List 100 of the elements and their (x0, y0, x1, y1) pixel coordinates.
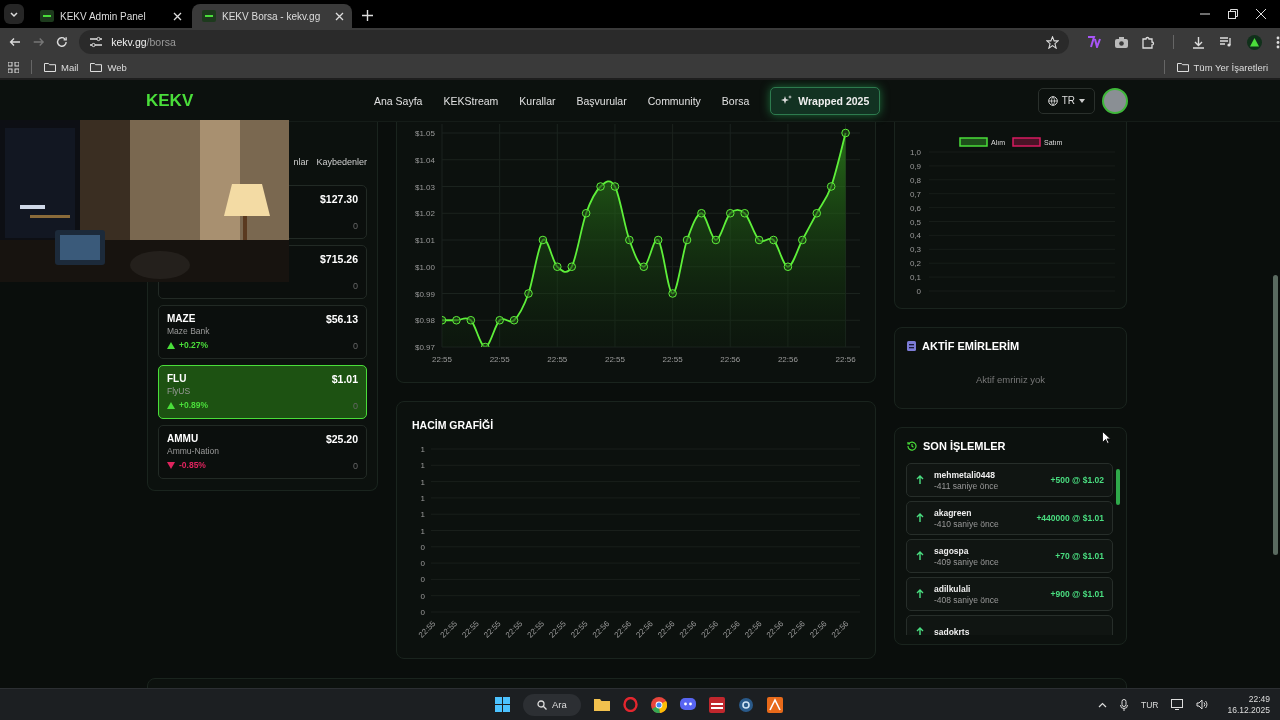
logo-icon[interactable] (1087, 36, 1101, 48)
data-point (769, 235, 778, 245)
y-tick-label: 0,5 (909, 217, 922, 227)
y-tick-label: $0.99 (414, 289, 436, 299)
language-dropdown[interactable]: TR (1037, 87, 1095, 114)
nav-link[interactable]: Başvurular (576, 94, 627, 107)
stock-card[interactable]: MAZE Maze Bank +0.27% $56.13 0 (158, 305, 367, 359)
browser-tab[interactable]: KEKV Admin Panel (30, 4, 190, 28)
data-point (653, 235, 663, 245)
tune-icon[interactable] (89, 36, 104, 48)
data-point (812, 208, 822, 218)
price-change: +0.27% (179, 340, 209, 350)
input-language[interactable]: TUR (1140, 699, 1159, 710)
panel-title: AKTİF EMİRLERİM (922, 340, 1020, 352)
search-icon (537, 699, 547, 710)
data-point (452, 315, 461, 325)
chevron-up-icon[interactable] (1097, 701, 1107, 708)
y-tick-label: $1.02 (414, 209, 436, 219)
data-point (783, 262, 793, 272)
bookmark[interactable]: Tüm Yer İşaretleri (1176, 61, 1268, 73)
start-icon[interactable] (495, 697, 510, 712)
nav-link[interactable]: KEKStream (443, 94, 499, 107)
avatar[interactable] (1102, 87, 1128, 114)
y-tick-label: 0,7 (909, 189, 922, 199)
history-icon (907, 441, 917, 451)
close-icon[interactable] (335, 11, 344, 21)
close-icon[interactable] (173, 11, 182, 21)
filter-tab[interactable]: Kaybedenler (316, 157, 367, 167)
trade-user: akagreen (934, 507, 973, 518)
app-icon[interactable] (766, 696, 783, 713)
y-tick-label: $1.01 (414, 236, 436, 245)
y-tick-label: 1 (420, 510, 426, 520)
y-tick-label: $0.97 (414, 343, 436, 352)
trade-time: -411 saniye önce (934, 480, 1000, 491)
x-tick-label: 22:55 (431, 355, 453, 364)
browser-icon[interactable] (650, 696, 667, 713)
y-tick-label: 0,4 (909, 231, 922, 241)
app-icon[interactable] (737, 696, 754, 713)
speaker-icon[interactable] (1196, 699, 1209, 710)
star-icon[interactable] (1046, 35, 1059, 49)
arrow-icon (915, 588, 925, 600)
stock-name: Ammu-Nation (167, 446, 219, 456)
y-tick-label: 0,6 (909, 203, 922, 213)
app-icon[interactable] (708, 696, 725, 713)
monitor-icon[interactable] (1171, 699, 1184, 710)
stock-name: Maze Bank (167, 326, 210, 336)
forward-icon[interactable] (31, 35, 46, 49)
restore-icon[interactable] (1228, 8, 1238, 19)
triangle-icon (167, 340, 175, 350)
stock-card[interactable]: FLU FlyUS +0.89% $1.01 0 (158, 365, 367, 419)
back-icon[interactable] (8, 35, 22, 49)
holding-count: 0 (353, 401, 358, 411)
arrow-icon (915, 512, 925, 524)
profile-icon[interactable] (1247, 34, 1262, 50)
apps-icon[interactable] (8, 61, 19, 73)
empty-message: Aktif emriniz yok (974, 374, 1047, 385)
data-point (740, 208, 749, 218)
stock-card[interactable]: AMMU Ammu-Nation -0.85% $25.20 0 (158, 425, 367, 479)
browser-tab[interactable]: KEKV Borsa - kekv.gg (192, 4, 352, 28)
nav-link[interactable]: Community (647, 94, 701, 107)
wrapped-button[interactable]: Wrapped 2025 (770, 86, 881, 115)
y-tick-label: 0,3 (909, 245, 922, 255)
y-tick-label: 0,9 (909, 161, 922, 171)
y-tick-label: 0 (916, 287, 922, 296)
site-icon (40, 10, 54, 22)
nav-link[interactable]: Borsa (721, 94, 750, 107)
new-tab-icon[interactable] (362, 10, 373, 21)
bookmark[interactable]: Mail (44, 61, 79, 73)
filter-tab[interactable]: nlar (293, 157, 309, 167)
download-icon[interactable] (1192, 35, 1205, 49)
price-change: -0.85% (179, 460, 206, 470)
tab-list-button[interactable] (4, 4, 24, 24)
folder-icon[interactable] (593, 698, 610, 711)
y-tick-label: $0.98 (414, 316, 436, 326)
address-bar[interactable]: kekv.gg/borsa (79, 30, 1069, 54)
y-tick-label: 0,1 (909, 273, 922, 283)
site-logo[interactable]: KEKV (146, 90, 374, 111)
bookmark[interactable]: Web (90, 61, 127, 73)
ring-icon[interactable] (622, 697, 638, 712)
scrollbar[interactable] (1273, 275, 1278, 555)
stock-symbol: FLU (167, 373, 188, 384)
menu-icon[interactable] (1276, 35, 1280, 49)
camera-icon[interactable] (1115, 36, 1128, 48)
chat-icon[interactable] (679, 698, 696, 711)
caret-icon (9, 9, 19, 19)
microphone-icon[interactable] (1119, 698, 1128, 711)
y-tick-label: 0,8 (909, 175, 922, 185)
search-button[interactable]: Ara (523, 693, 581, 716)
reload-icon[interactable] (55, 35, 70, 49)
data-point (625, 235, 634, 245)
close-icon[interactable] (1256, 8, 1266, 19)
stock-price: $715.26 (320, 253, 358, 265)
data-point (826, 182, 836, 191)
stock-price: $25.20 (325, 433, 358, 445)
nav-link[interactable]: Ana Sayfa (374, 94, 423, 107)
nav-link[interactable]: Kurallar (519, 94, 556, 107)
puzzle-icon[interactable] (1142, 35, 1155, 49)
trade-user: adilkulali (934, 583, 972, 594)
y-tick-label: $1.04 (414, 155, 436, 165)
queue-icon[interactable] (1219, 36, 1233, 48)
